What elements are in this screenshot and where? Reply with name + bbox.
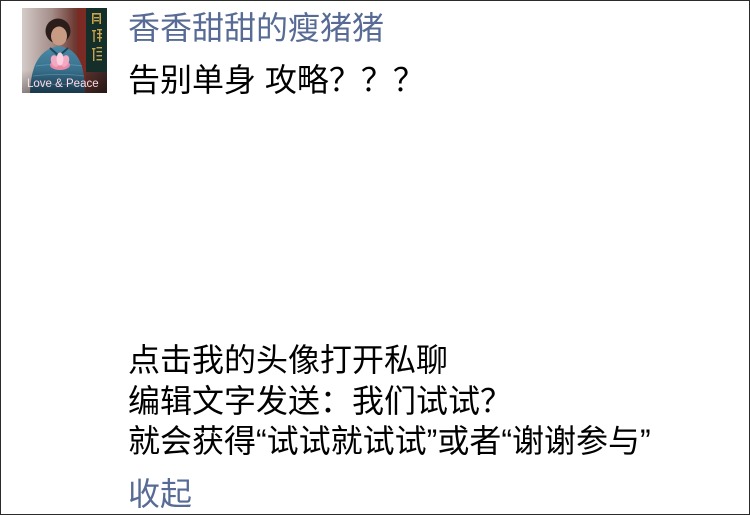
avatar-photo: Love & Peace [22,8,107,93]
post-text-line: 编辑文字发送：我们试试？ [128,383,513,419]
post-text-line: 点击我的头像打开私聊 [128,342,449,378]
avatar-overlay-text: Love & Peace [27,78,99,90]
moments-post: Love & Peace 香香甜甜的瘦猪猪 告别单身 攻略？？？ 点击我的头像打… [0,0,750,515]
username-link[interactable]: 香香甜甜的瘦猪猪 [128,8,384,48]
collapse-button[interactable]: 收起 [128,475,192,513]
post-text-line: 就会获得“试试就试试”或者“谢谢参与” [128,423,651,459]
avatar-plaque [86,8,107,72]
avatar-face [51,26,67,46]
post-text-headline: 告别单身 攻略？？？ [128,62,425,98]
user-avatar[interactable]: Love & Peace [22,8,107,93]
